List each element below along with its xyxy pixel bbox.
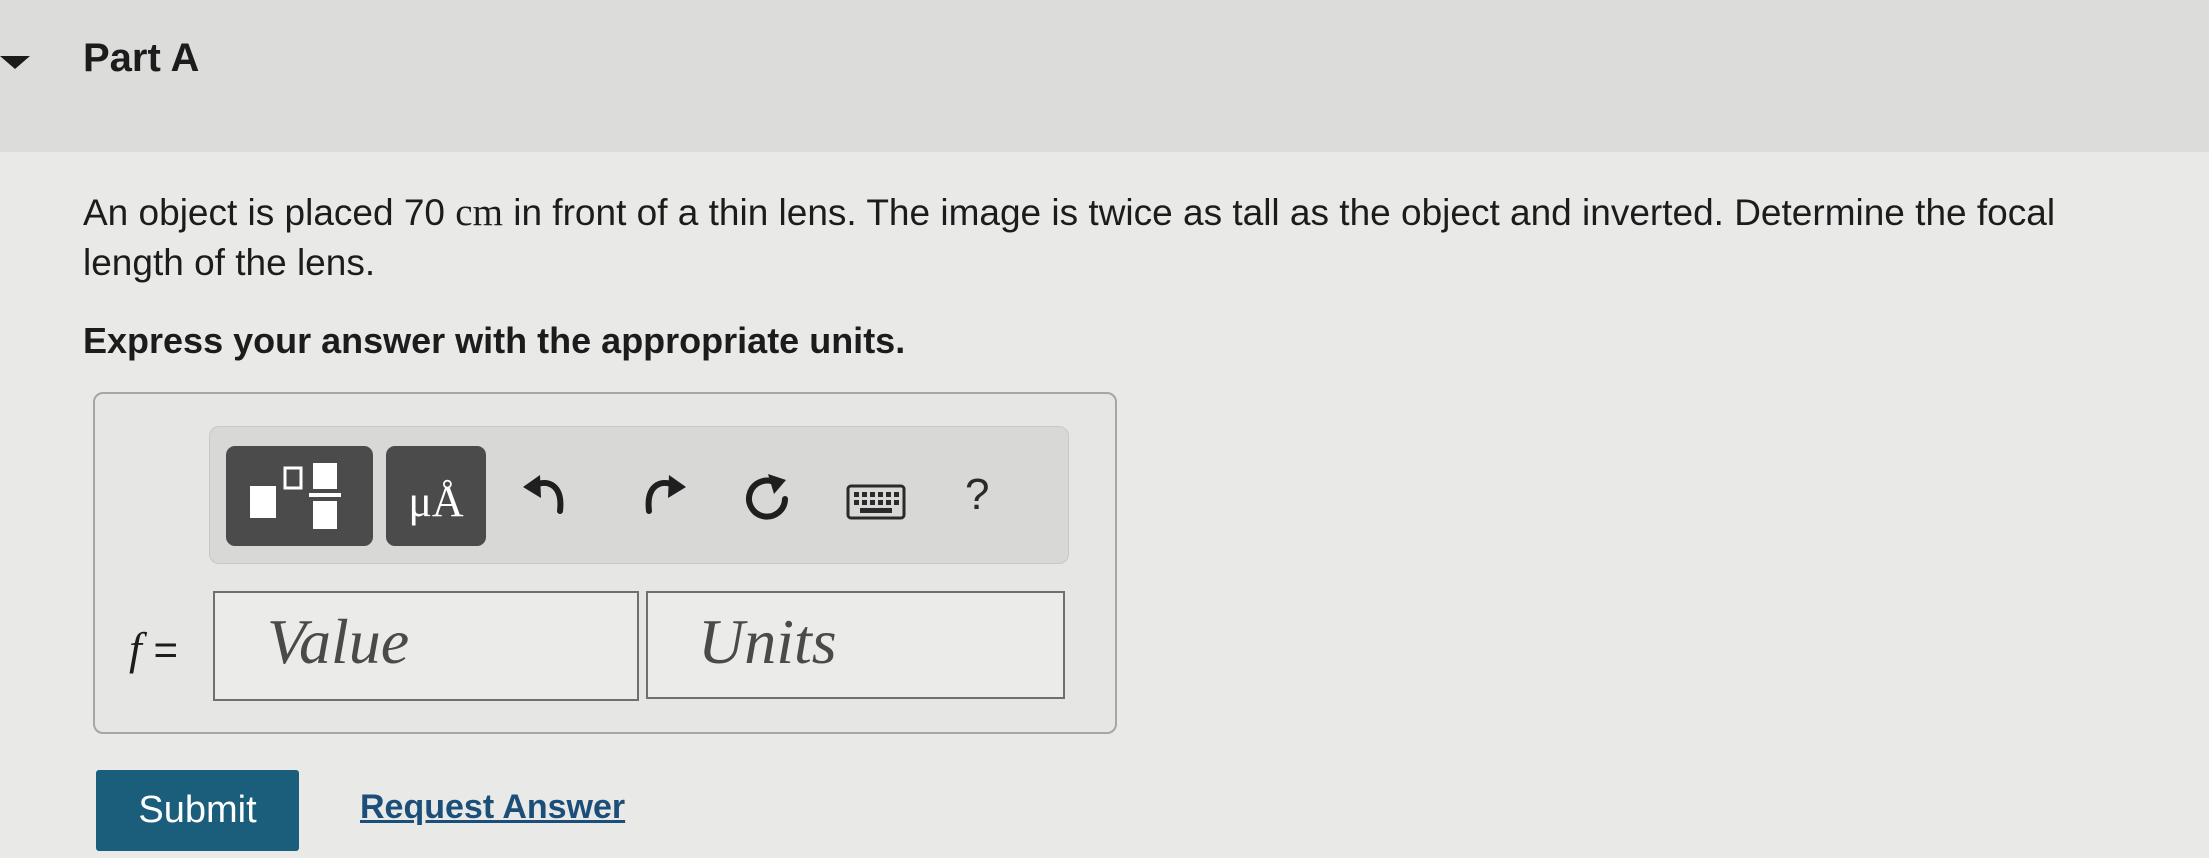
part-title: Part A	[83, 36, 200, 80]
help-button[interactable]: ?	[965, 470, 989, 520]
submit-button[interactable]: Submit	[96, 770, 299, 851]
question-unit: cm	[455, 191, 503, 234]
value-input[interactable]: Value	[213, 591, 639, 701]
undo-arrow-icon[interactable]	[521, 470, 571, 520]
units-input[interactable]: Units	[646, 591, 1065, 699]
part-header	[0, 0, 2209, 152]
answer-instruction: Express your answer with the appropriate…	[83, 320, 906, 361]
question-text-start: An object is placed 70	[83, 192, 456, 233]
keyboard-icon[interactable]	[846, 484, 906, 520]
collapse-caret-icon[interactable]	[0, 56, 30, 69]
templates-icon	[250, 463, 341, 529]
variable-symbol: f	[129, 623, 142, 674]
units-button-label: μÅ	[408, 477, 464, 526]
redo-arrow-icon[interactable]	[638, 470, 688, 520]
answer-variable-label: f =	[129, 622, 178, 675]
request-answer-link[interactable]: Request Answer	[360, 788, 625, 827]
equals-sign: =	[141, 626, 178, 673]
templates-button[interactable]	[226, 446, 373, 546]
question-text: An object is placed 70 cm in front of a …	[83, 188, 2163, 288]
units-button[interactable]: μÅ	[386, 446, 486, 546]
reset-icon[interactable]	[740, 472, 794, 526]
